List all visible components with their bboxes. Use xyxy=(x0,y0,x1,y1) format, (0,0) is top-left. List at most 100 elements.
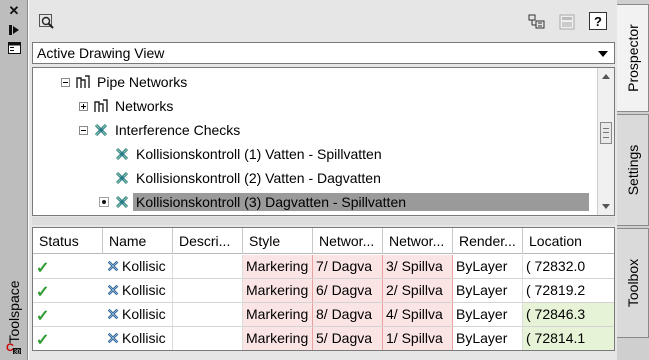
properties-icon[interactable] xyxy=(6,41,22,55)
table-row[interactable]: ✓ Kollisic Markering 8/ Dagva 4/ Spillva… xyxy=(33,303,614,327)
tree-item-networks[interactable]: Networks xyxy=(79,95,176,117)
description-cell[interactable] xyxy=(173,279,243,302)
description-cell[interactable] xyxy=(173,255,243,278)
location-cell[interactable]: ( 72814.1 xyxy=(523,327,614,350)
civil3d-logo-icon: C 3D xyxy=(6,341,22,356)
name-cell[interactable]: Kollisic xyxy=(103,255,173,278)
tab-settings[interactable]: Settings xyxy=(617,114,649,226)
name-cell[interactable]: Kollisic xyxy=(103,303,173,326)
column-header-name[interactable]: Name xyxy=(103,228,173,254)
expand-icon[interactable] xyxy=(79,101,88,111)
status-check-icon: ✓ xyxy=(36,260,50,277)
network2-cell[interactable]: 2/ Spillva xyxy=(383,279,453,302)
chevron-down-icon[interactable] xyxy=(598,51,608,57)
collapse-icon[interactable] xyxy=(79,125,88,135)
network1-cell[interactable]: 8/ Dagva xyxy=(313,303,383,326)
pipe-network-icon xyxy=(92,98,110,114)
tree-item-label: Kollisionskontroll (2) Vatten - Dagvatte… xyxy=(136,170,381,186)
interference-icon xyxy=(106,259,120,276)
close-icon[interactable]: ✕ xyxy=(6,3,22,18)
description-cell[interactable] xyxy=(173,327,243,350)
toolbar: ? xyxy=(29,4,618,36)
prospector-tree: Pipe Networks Networks Interference Chec… xyxy=(32,67,615,216)
interference-check-icon xyxy=(113,194,131,210)
render-cell[interactable]: ByLayer xyxy=(453,303,523,326)
network2-cell[interactable]: 1/ Spillva xyxy=(383,327,453,350)
tree-item-pipe-networks[interactable]: Pipe Networks xyxy=(61,71,190,93)
network1-cell[interactable]: 5/ Dagva xyxy=(313,327,383,350)
status-check-icon: ✓ xyxy=(36,284,50,301)
status-check-icon: ✓ xyxy=(36,308,50,325)
name-cell[interactable]: Kollisic xyxy=(103,327,173,350)
pane-splitter[interactable] xyxy=(32,217,615,225)
scroll-down-icon[interactable] xyxy=(602,204,610,209)
render-cell[interactable]: ByLayer xyxy=(453,327,523,350)
tree-item-label: Interference Checks xyxy=(115,122,241,138)
scroll-thumb[interactable] xyxy=(600,122,612,144)
scroll-up-icon[interactable] xyxy=(602,74,610,79)
description-cell[interactable] xyxy=(173,303,243,326)
style-cell[interactable]: Markering xyxy=(243,279,313,302)
column-header-network-1[interactable]: Networ... xyxy=(313,228,383,254)
tree-item-check-3[interactable]: Kollisionskontroll (3) Dagvatten - Spill… xyxy=(99,191,589,213)
svg-text:3D: 3D xyxy=(14,350,21,356)
tab-toolbox[interactable]: Toolbox xyxy=(617,228,649,338)
network1-cell[interactable]: 7/ Dagva xyxy=(313,255,383,278)
render-cell[interactable]: ByLayer xyxy=(453,279,523,302)
tree-item-interference-checks[interactable]: Interference Checks xyxy=(79,119,243,141)
network2-cell[interactable]: 3/ Spillva xyxy=(383,255,453,278)
column-header-network-2[interactable]: Networ... xyxy=(383,228,453,254)
status-check-icon: ✓ xyxy=(36,332,50,349)
tree-scrollbar[interactable] xyxy=(597,68,614,215)
location-cell[interactable]: ( 72819.2 xyxy=(523,279,614,302)
location-cell[interactable]: ( 72846.3 xyxy=(523,303,614,326)
style-cell[interactable]: Markering xyxy=(243,255,313,278)
style-cell[interactable]: Markering xyxy=(243,303,313,326)
auto-hide-icon[interactable] xyxy=(6,23,22,37)
collapse-icon[interactable] xyxy=(61,77,70,87)
tree-item-check-2[interactable]: Kollisionskontroll (2) Vatten - Dagvatte… xyxy=(113,167,384,189)
tree-item-check-1[interactable]: Kollisionskontroll (1) Vatten - Spillvat… xyxy=(113,143,385,165)
column-header-status[interactable]: Status xyxy=(33,228,103,254)
location-cell[interactable]: ( 72832.0 xyxy=(523,255,614,278)
render-cell[interactable]: ByLayer xyxy=(453,255,523,278)
interference-icon xyxy=(106,307,120,324)
column-header-style[interactable]: Style xyxy=(243,228,313,254)
help-icon[interactable]: ? xyxy=(589,12,607,30)
tab-label: Settings xyxy=(624,144,641,196)
toolspace-title-bar: ✕ Toolspace C 3D xyxy=(0,0,28,360)
tab-prospector[interactable]: Prospector xyxy=(617,4,649,112)
table-row[interactable]: ✓ Kollisic Markering 6/ Dagva 2/ Spillva… xyxy=(33,279,614,303)
interference-icon xyxy=(106,283,120,300)
column-header-description[interactable]: Descri... xyxy=(173,228,243,254)
tree-item-label: Kollisionskontroll (3) Dagvatten - Spill… xyxy=(133,193,589,211)
tree-item-label: Kollisionskontroll (1) Vatten - Spillvat… xyxy=(136,146,382,162)
table-row[interactable]: ✓ Kollisic Markering 5/ Dagva 1/ Spillva… xyxy=(33,327,614,350)
style-cell[interactable]: Markering xyxy=(243,327,313,350)
pipe-network-icon xyxy=(74,74,92,90)
name-cell[interactable]: Kollisic xyxy=(103,279,173,302)
svg-text:C: C xyxy=(6,342,14,354)
toolspace-tabs: Prospector Settings Toolbox xyxy=(617,0,649,360)
item-view-icon[interactable] xyxy=(527,12,547,32)
interference-check-icon xyxy=(113,170,131,186)
column-header-location[interactable]: Location xyxy=(523,228,614,254)
tab-label: Prospector xyxy=(624,24,641,92)
toolspace-title: Toolspace xyxy=(6,280,22,344)
column-header-render[interactable]: Render... xyxy=(453,228,523,254)
tree-item-label: Pipe Networks xyxy=(97,74,188,90)
view-select[interactable]: Active Drawing View xyxy=(32,42,615,64)
network2-cell[interactable]: 4/ Spillva xyxy=(383,303,453,326)
panel-toggle-icon[interactable] xyxy=(557,12,577,32)
find-icon[interactable] xyxy=(37,12,57,32)
table-row[interactable]: ✓ Kollisic Markering 7/ Dagva 3/ Spillva… xyxy=(33,255,614,279)
item-marker-icon xyxy=(99,197,109,207)
tab-label: Toolbox xyxy=(624,258,641,308)
grid-header: Status Name Descri... Style Networ... Ne… xyxy=(33,228,614,254)
tree-item-label: Networks xyxy=(115,98,174,114)
item-list-grid: Status Name Descri... Style Networ... Ne… xyxy=(32,227,615,351)
interference-check-icon xyxy=(113,146,131,162)
prospector-panel: ? Active Drawing View Pipe Networks Netw… xyxy=(28,0,617,360)
interference-check-icon xyxy=(92,122,110,138)
network1-cell[interactable]: 6/ Dagva xyxy=(313,279,383,302)
